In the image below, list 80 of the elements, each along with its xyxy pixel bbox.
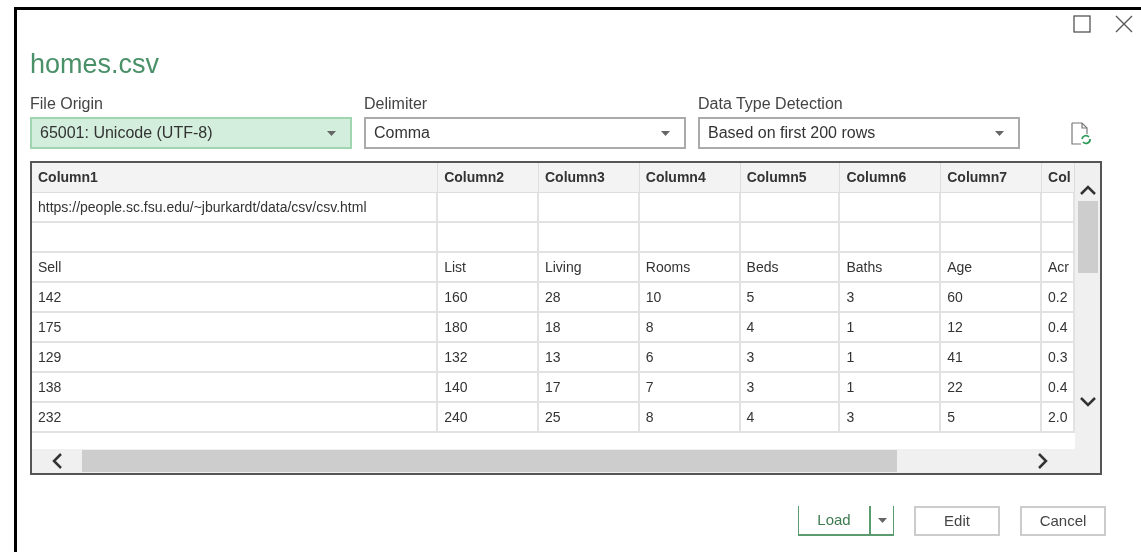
table-cell-text: Rooms bbox=[645, 257, 691, 277]
table-cell-text: 1 bbox=[846, 317, 855, 337]
table-cell-text: 140 bbox=[444, 377, 468, 397]
table-cell-text: 4 bbox=[746, 407, 755, 427]
load-split-button[interactable]: Load bbox=[798, 506, 894, 536]
table-cell-text: 160 bbox=[444, 287, 468, 307]
scroll-down-icon[interactable] bbox=[1079, 397, 1096, 407]
column-header[interactable]: Column4 bbox=[639, 163, 741, 192]
table-cell-text: 142 bbox=[38, 287, 62, 307]
caret-icon bbox=[661, 130, 670, 136]
table-cell-text: 0.2 bbox=[1048, 287, 1068, 307]
scroll-left-icon[interactable] bbox=[52, 453, 62, 469]
table-cell-text: 10 bbox=[645, 287, 662, 307]
table-cell-text: 17 bbox=[544, 377, 561, 397]
dropdown-field[interactable]: Comma bbox=[364, 117, 686, 149]
table-cell-text: 41 bbox=[947, 347, 963, 367]
table-cell-text: 60 bbox=[947, 287, 963, 307]
table-cell-text: 3 bbox=[846, 407, 855, 427]
table-cell-text: 13 bbox=[544, 347, 561, 367]
table-cell-text: List bbox=[444, 257, 466, 277]
table-cell-text: 2.0 bbox=[1048, 407, 1068, 427]
maximize-icon[interactable] bbox=[1073, 15, 1091, 33]
refresh-file-icon[interactable] bbox=[1070, 122, 1092, 146]
dropdown-field[interactable]: 65001: Unicode (UTF-8) bbox=[30, 117, 352, 149]
table-cell-text: 232 bbox=[38, 407, 62, 427]
table-cell-text: Age bbox=[947, 257, 973, 277]
column-header[interactable]: Column3 bbox=[539, 163, 640, 192]
table-cell-text: 0.4 bbox=[1048, 317, 1068, 337]
field-label: File Origin bbox=[30, 94, 104, 114]
column-header[interactable]: Column5 bbox=[740, 163, 841, 192]
column-header[interactable]: Column2 bbox=[438, 163, 539, 192]
column-header[interactable]: Column6 bbox=[840, 163, 942, 192]
close-icon[interactable] bbox=[1115, 15, 1133, 33]
table-cell-text: 12 bbox=[947, 317, 963, 337]
table-cell-text: Beds bbox=[746, 257, 779, 277]
scroll-thumb[interactable] bbox=[1077, 201, 1098, 273]
table-cell-text: 4 bbox=[746, 317, 755, 337]
table-cell-text: 129 bbox=[38, 347, 62, 367]
table-cell-text: https://people.sc.fsu.edu/~jburkardt/data/csv/csv.html bbox=[38, 197, 367, 217]
table-cell-text: 3 bbox=[746, 347, 755, 367]
field-label: Delimiter bbox=[364, 94, 429, 114]
scroll-up-icon[interactable] bbox=[1079, 185, 1096, 195]
table-cell-text: 1 bbox=[846, 377, 855, 397]
table-cell-text: Living bbox=[544, 257, 582, 277]
table-cell-text: 180 bbox=[444, 317, 468, 337]
table-cell-text: 5 bbox=[947, 407, 955, 427]
table-cell-text: Baths bbox=[846, 257, 883, 277]
table-cell-text: 3 bbox=[846, 287, 855, 307]
table-cell-text: Acr bbox=[1048, 257, 1070, 277]
field-label: Data Type Detection bbox=[698, 94, 844, 114]
table-cell-text: 0.3 bbox=[1048, 347, 1068, 367]
table-cell-text: 132 bbox=[444, 347, 468, 367]
scroll-thumb[interactable] bbox=[82, 450, 897, 472]
table-cell-text: 0.4 bbox=[1048, 377, 1068, 397]
table-cell-text: 5 bbox=[746, 287, 755, 307]
table-cell-text: 175 bbox=[38, 317, 62, 337]
dialog-button[interactable]: Edit bbox=[914, 506, 1000, 536]
caret-icon bbox=[995, 130, 1004, 136]
table-cell-text: 138 bbox=[38, 377, 62, 397]
caret-icon bbox=[327, 130, 336, 136]
column-header[interactable]: Column1 bbox=[32, 163, 439, 192]
caret-icon bbox=[877, 517, 887, 523]
table-cell-text: Sell bbox=[38, 257, 62, 277]
column-header[interactable]: Column7 bbox=[941, 163, 1043, 192]
scroll-right-icon[interactable] bbox=[1038, 453, 1048, 469]
table-cell-text: 8 bbox=[645, 317, 654, 337]
dropdown-field[interactable]: Based on first 200 rows bbox=[698, 117, 1020, 149]
table-cell-text: 7 bbox=[645, 377, 654, 397]
table-cell-text: 18 bbox=[544, 317, 561, 337]
table-cell-text: 6 bbox=[645, 347, 654, 367]
table-cell-text: 22 bbox=[947, 377, 963, 397]
table-cell-text: 8 bbox=[645, 407, 654, 427]
vertical-scrollbar[interactable] bbox=[1075, 163, 1100, 449]
table-cell-text: 1 bbox=[846, 347, 855, 367]
table-cell-text: 25 bbox=[544, 407, 561, 427]
table-cell-text: 3 bbox=[746, 377, 755, 397]
table-cell-text: 28 bbox=[544, 287, 561, 307]
dialog-button[interactable]: Cancel bbox=[1020, 506, 1106, 536]
table-cell-text: 240 bbox=[444, 407, 468, 427]
window-title: homes.csv bbox=[30, 48, 161, 81]
